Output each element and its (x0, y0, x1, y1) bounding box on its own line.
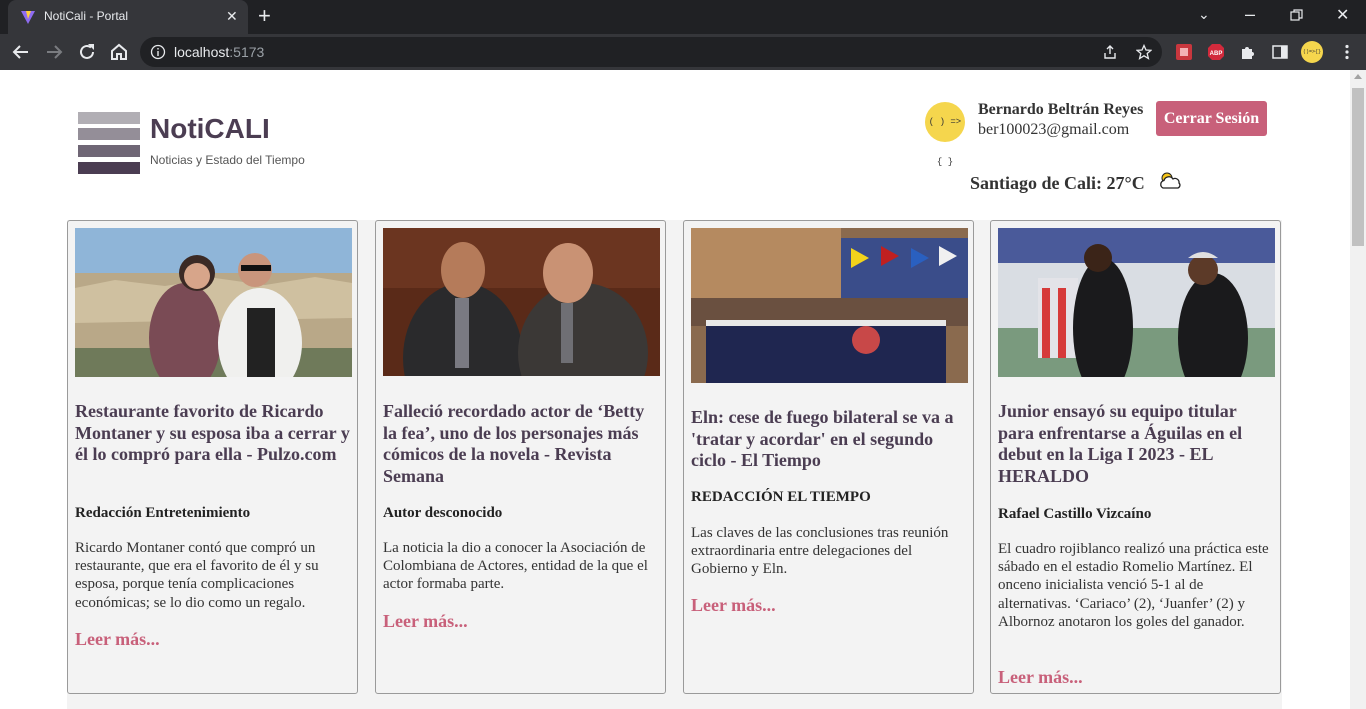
read-more-link[interactable]: Leer más... (383, 611, 468, 632)
news-description: La noticia la dio a conocer la Asociació… (383, 540, 648, 593)
news-title[interactable]: Falleció recordado actor de ‘Betty la fe… (383, 401, 661, 487)
reload-icon[interactable] (75, 40, 99, 64)
profile-avatar-icon[interactable]: ()=>{} (1301, 41, 1323, 63)
news-image (998, 228, 1275, 377)
news-image (691, 228, 968, 383)
user-email: ber100023@gmail.com (978, 121, 1130, 138)
tab-title: NotiCali - Portal (44, 9, 129, 23)
address-bar[interactable]: localhost:5173 (140, 37, 1162, 67)
user-name: Bernardo Beltrán Reyes (978, 101, 1144, 118)
page-scrollbar[interactable] (1350, 70, 1366, 709)
vite-favicon-icon (21, 11, 35, 24)
news-card: Falleció recordado actor de ‘Betty la fe… (375, 220, 666, 694)
extension-red-icon[interactable] (1175, 43, 1193, 61)
news-card: Junior ensayó su equipo titular para enf… (990, 220, 1281, 694)
close-tab-icon[interactable]: ✕ (226, 8, 238, 24)
news-card: Restaurante favorito de Ricardo Montaner… (67, 220, 358, 694)
read-more-link[interactable]: Leer más... (691, 595, 776, 616)
read-more-link[interactable]: Leer más... (998, 667, 1083, 688)
brand-tagline: Noticias y Estado del Tiempo (150, 153, 305, 167)
browser-menu-icon[interactable] (1338, 43, 1356, 61)
read-more-link[interactable]: Leer más... (75, 629, 160, 650)
bookmark-star-icon[interactable] (1136, 44, 1152, 60)
browser-toolbar: localhost:5173 ABP ()=>{} (0, 34, 1366, 70)
news-image (383, 228, 660, 376)
news-card: Eln: cese de fuego bilateral se va a 'tr… (683, 220, 974, 694)
noticali-logo-icon (78, 112, 140, 174)
share-icon[interactable] (1102, 44, 1118, 60)
svg-text:ABP: ABP (1210, 51, 1223, 57)
forward-icon[interactable] (42, 40, 66, 64)
news-author: Redacción Entretenimiento (75, 505, 251, 521)
news-title[interactable]: Junior ensayó su equipo titular para enf… (998, 401, 1276, 487)
news-author: REDACCIÓN EL TIEMPO (691, 489, 871, 505)
browser-tab[interactable]: NotiCali - Portal ✕ (8, 0, 248, 34)
adblock-plus-icon[interactable]: ABP (1207, 43, 1225, 61)
news-description: Ricardo Montaner contó que compró un res… (75, 540, 319, 611)
back-icon[interactable] (9, 40, 33, 64)
news-image (75, 228, 352, 377)
user-avatar: ( ) => { } (925, 102, 965, 167)
scrollbar-thumb[interactable] (1352, 88, 1364, 246)
news-author: Autor desconocido (383, 505, 503, 521)
url-text[interactable]: localhost:5173 (174, 44, 264, 60)
news-description: Las claves de las conclusiones tras reun… (691, 525, 949, 578)
brand-name: NotiCALI (150, 113, 270, 144)
scroll-up-arrow-icon[interactable] (1354, 74, 1362, 79)
weather-readout: Santiago de Cali: 27°C (970, 173, 1145, 193)
page-content: NotiCALI Noticias y Estado del Tiempo ( … (0, 70, 1350, 709)
site-info-icon[interactable] (150, 44, 166, 60)
minimize-icon[interactable]: – (1245, 4, 1255, 25)
extensions-puzzle-icon[interactable] (1239, 43, 1257, 61)
news-title[interactable]: Restaurante favorito de Ricardo Montaner… (75, 401, 353, 466)
close-window-icon[interactable]: ✕ (1336, 5, 1349, 25)
side-panel-icon[interactable] (1271, 43, 1289, 61)
restore-icon[interactable] (1290, 9, 1303, 22)
home-icon[interactable] (107, 40, 131, 64)
news-description: El cuadro rojiblanco realizó una práctic… (998, 541, 1269, 630)
new-tab-icon[interactable]: + (258, 4, 271, 28)
partly-cloudy-icon (1160, 172, 1181, 189)
logout-button[interactable]: Cerrar Sesión (1156, 101, 1267, 136)
news-title[interactable]: Eln: cese de fuego bilateral se va a 'tr… (691, 407, 969, 472)
news-author: Rafael Castillo Vizcaíno (998, 506, 1152, 522)
browser-tab-bar: NotiCali - Portal ✕ + ⌄ – ✕ (0, 0, 1366, 34)
tab-search-icon[interactable]: ⌄ (1198, 6, 1210, 23)
